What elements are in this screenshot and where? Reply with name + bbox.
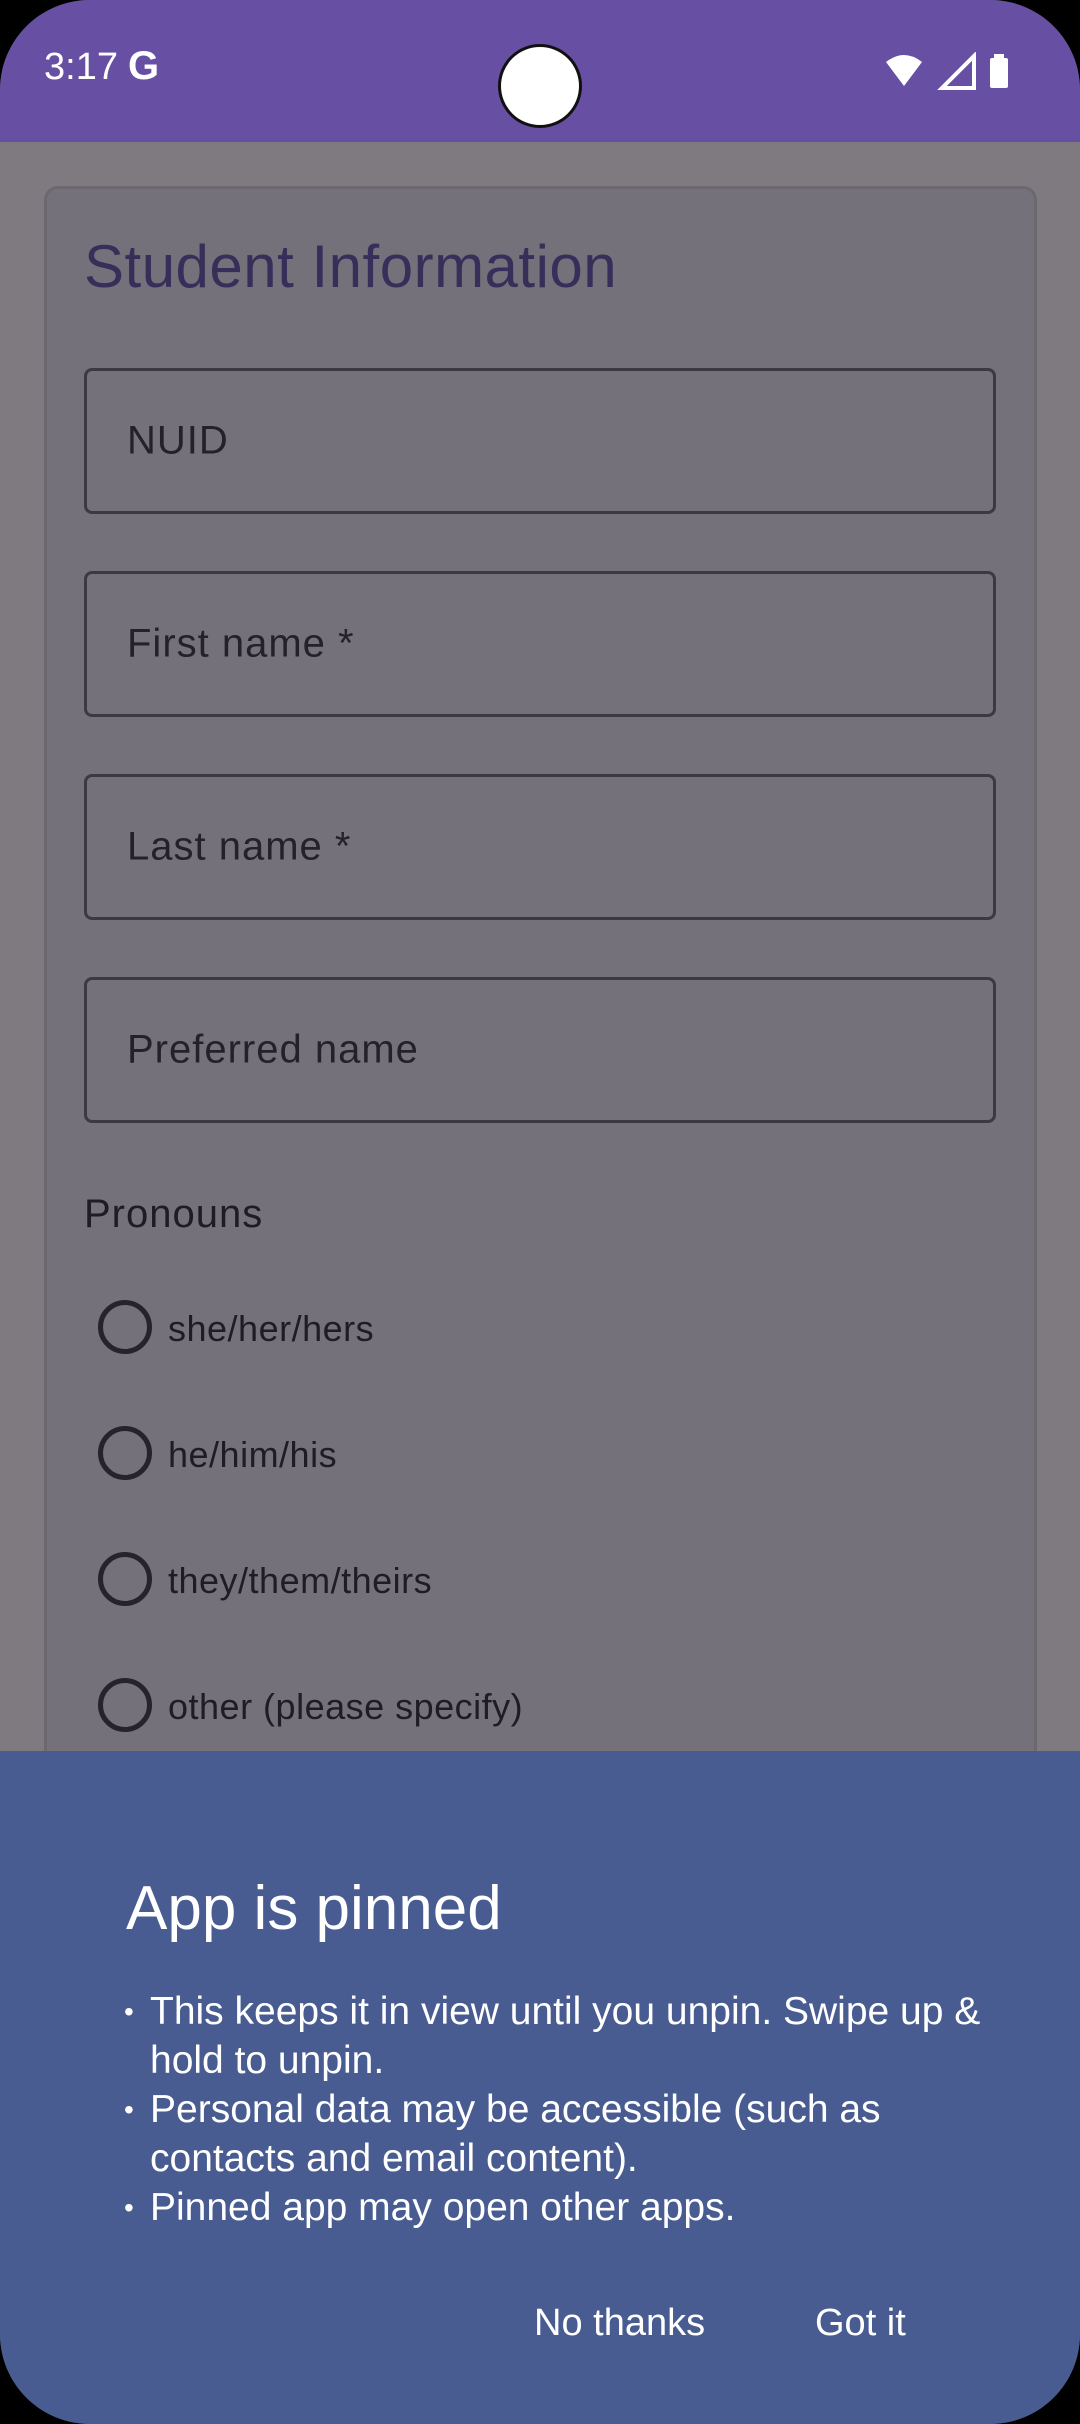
camera-cutout [498,44,582,128]
first-name-placeholder: First name * [127,621,355,666]
status-time: 3:17 [44,46,118,88]
device-screen: 3:17 G Student Information NUID First na… [0,0,1080,2424]
last-name-placeholder: Last name * [127,824,352,869]
pronoun-option-label: he/him/his [168,1434,338,1475]
cell-signal-icon [937,52,976,90]
battery-icon [990,58,1008,88]
app-pinned-dialog: App is pinned This keeps it in view unti… [0,1751,1080,2424]
pronoun-option-label: other (please specify) [168,1686,524,1727]
status-icons [886,52,1008,90]
nuid-placeholder: NUID [127,418,229,463]
pronoun-option-he[interactable]: he/him/his [98,1426,898,1486]
pronoun-option-they[interactable]: they/them/theirs [98,1552,898,1612]
radio-button[interactable] [98,1678,152,1732]
first-name-field[interactable]: First name * [84,571,996,717]
dialog-bullet: This keeps it in view until you unpin. S… [124,1987,984,2085]
wifi-icon [886,55,922,86]
pronoun-option-label: she/her/hers [168,1308,375,1349]
pronoun-option-label: they/them/theirs [168,1560,433,1601]
radio-button[interactable] [98,1426,152,1480]
nuid-field[interactable]: NUID [84,368,996,514]
dialog-bullet: Personal data may be accessible (such as… [124,2085,984,2183]
pronoun-option-other[interactable]: other (please specify) [98,1678,898,1738]
radio-button[interactable] [98,1552,152,1606]
preferred-name-field[interactable]: Preferred name [84,977,996,1123]
no-thanks-button[interactable]: No thanks [534,2302,705,2345]
dialog-bullets: This keeps it in view until you unpin. S… [124,1987,984,2232]
google-icon: G [128,44,160,88]
pronoun-option-she[interactable]: she/her/hers [98,1300,898,1360]
dialog-bullet: Pinned app may open other apps. [124,2183,984,2232]
page-title: Student Information [84,233,618,300]
status-bar: 3:17 G [0,0,1080,142]
pronouns-label: Pronouns [84,1192,264,1236]
radio-button[interactable] [98,1300,152,1354]
preferred-name-placeholder: Preferred name [127,1027,419,1072]
dialog-title: App is pinned [126,1874,502,1943]
got-it-button[interactable]: Got it [815,2302,906,2345]
last-name-field[interactable]: Last name * [84,774,996,920]
